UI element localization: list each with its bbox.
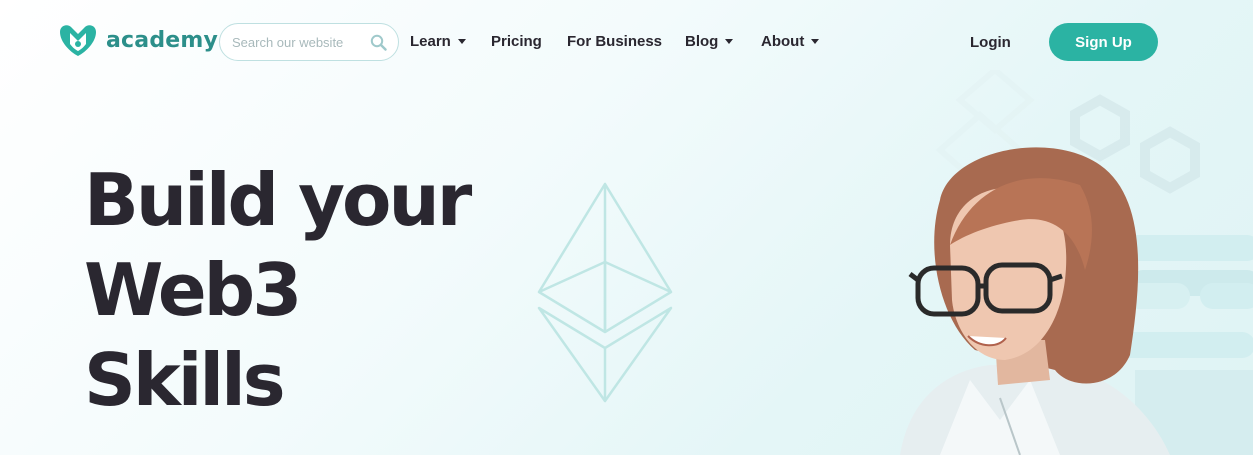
hero-title-line-2: Web3 <box>84 248 302 332</box>
signup-button[interactable]: Sign Up <box>1049 23 1158 61</box>
brand-logo[interactable]: academy <box>56 22 218 58</box>
nav-pricing[interactable]: Pricing <box>491 33 542 50</box>
chevron-down-icon <box>811 39 820 44</box>
brand-name: academy <box>106 27 219 53</box>
nav-about-label: About <box>761 33 805 50</box>
nav-for-business[interactable]: For Business <box>567 33 662 50</box>
nav-for-business-label: For Business <box>567 33 663 50</box>
search-icon[interactable] <box>370 34 387 51</box>
nav-learn-label: Learn <box>410 33 451 50</box>
nav-learn[interactable]: Learn <box>410 33 466 50</box>
search-input[interactable] <box>232 34 362 50</box>
hero-person-illustration <box>900 147 1170 455</box>
login-link[interactable]: Login <box>970 34 1011 51</box>
ethereum-logo-icon <box>537 182 673 403</box>
search-box[interactable] <box>219 23 399 61</box>
logo-mark-icon <box>60 25 96 56</box>
nav-pricing-label: Pricing <box>491 33 542 50</box>
chevron-down-icon <box>457 39 466 44</box>
nav-blog[interactable]: Blog <box>685 33 734 50</box>
nav-blog-label: Blog <box>685 33 719 50</box>
nav-about[interactable]: About <box>761 33 820 50</box>
chevron-down-icon <box>725 39 734 44</box>
hero-title: Build your Web3 Skills <box>84 155 504 425</box>
hero-title-line-1: Build your <box>84 158 472 242</box>
hero-title-line-3: Skills <box>84 338 286 422</box>
